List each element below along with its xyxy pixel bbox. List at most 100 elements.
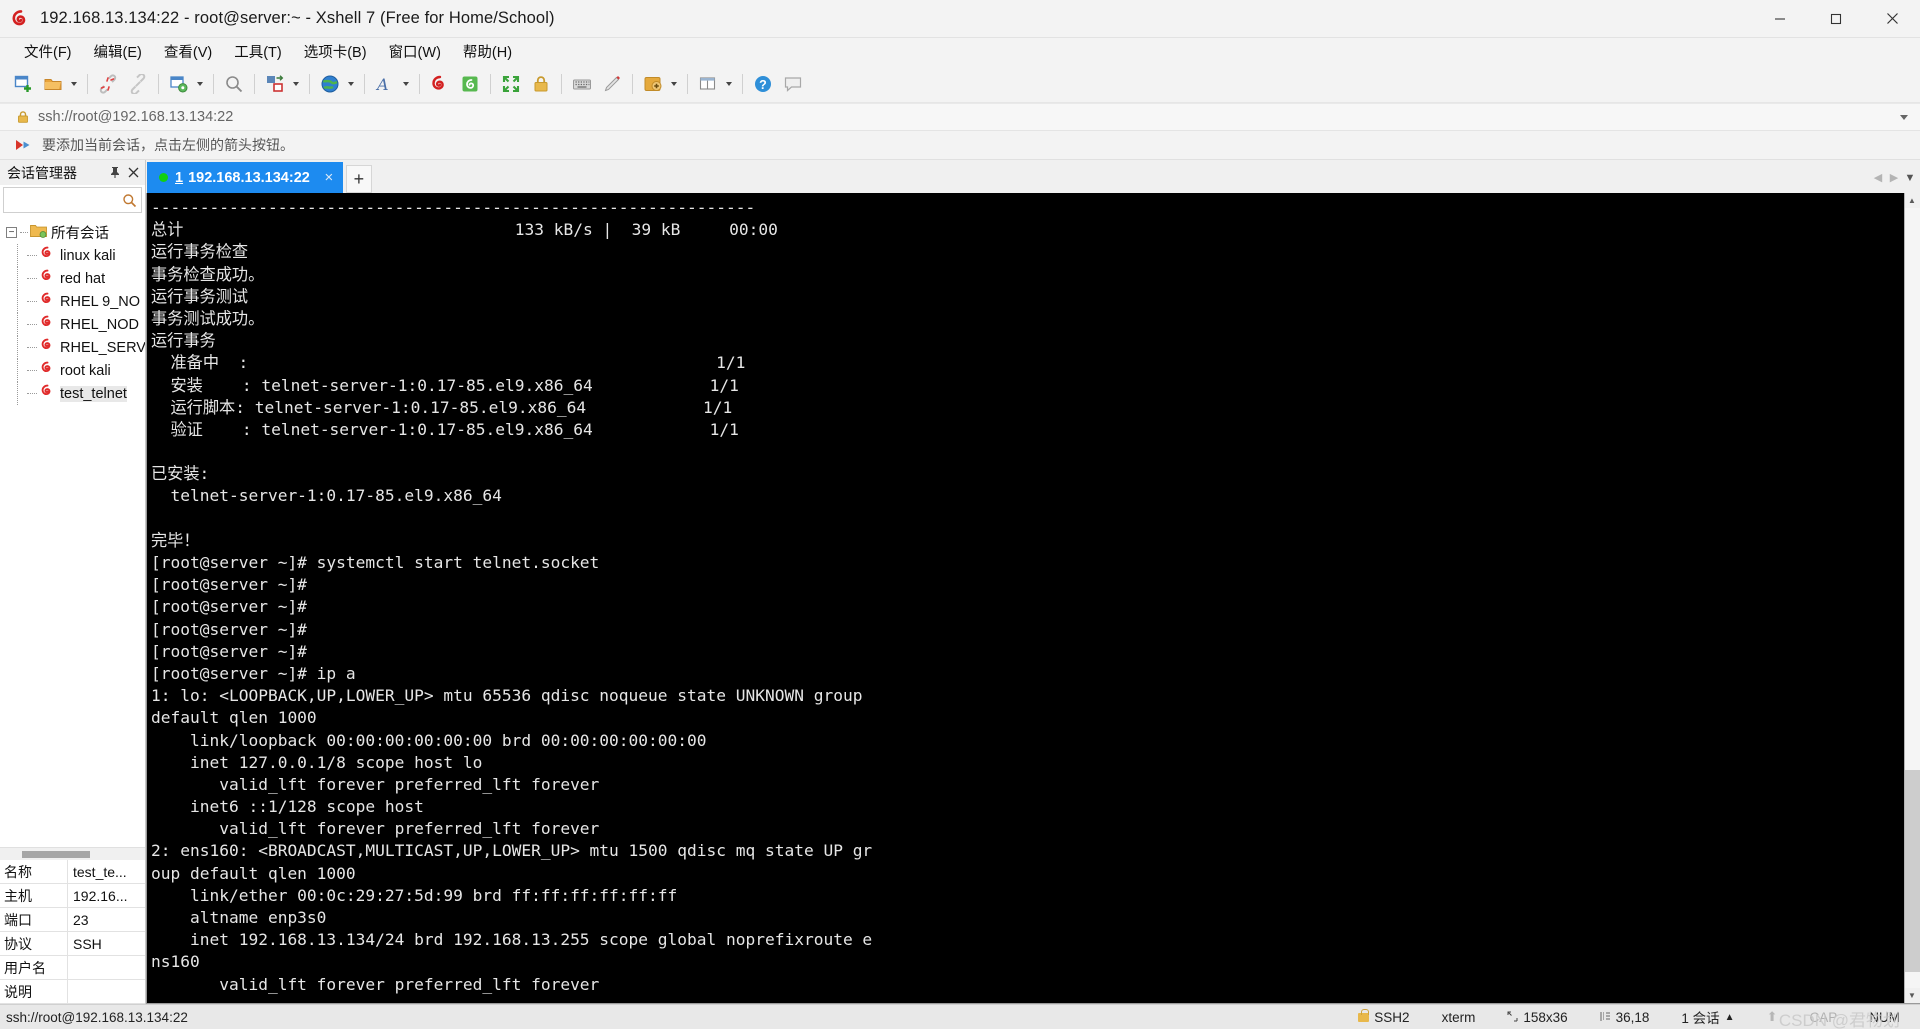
session-item-test-telnet[interactable]: test_telnet: [0, 382, 145, 405]
compose-icon[interactable]: [598, 70, 626, 98]
transfer-icon[interactable]: [261, 70, 289, 98]
status-sessions[interactable]: 1 会话 ▲: [1665, 1007, 1750, 1027]
comment-icon[interactable]: [779, 70, 807, 98]
session-properties-icon[interactable]: [165, 70, 193, 98]
menu-edit[interactable]: 编辑(E): [83, 38, 153, 66]
property-value: SSH: [73, 935, 102, 952]
menu-tools[interactable]: 工具(T): [223, 38, 293, 66]
terminal-line: 总计 133 kB/s | 39 kB 00:00: [151, 220, 778, 240]
tab-close-icon[interactable]: ×: [322, 169, 336, 186]
session-search-box[interactable]: [3, 187, 142, 213]
layout-dropdown-icon[interactable]: [723, 70, 735, 98]
terminal-scrollbar[interactable]: ▲ ▼: [1904, 193, 1920, 1003]
layout-icon[interactable]: [694, 70, 722, 98]
tree-expander[interactable]: −: [6, 227, 17, 238]
address-bar[interactable]: ssh://root@192.168.13.134:22: [0, 103, 1920, 131]
fullscreen-icon[interactable]: [497, 70, 525, 98]
status-caps: CAP: [1809, 1009, 1838, 1025]
tree-root-all-sessions[interactable]: − 所有会话: [0, 221, 145, 244]
scrollbar-track[interactable]: [1904, 208, 1920, 988]
close-icon[interactable]: [125, 164, 141, 182]
menu-bar: 文件(F) 编辑(E) 查看(V) 工具(T) 选项卡(B) 窗口(W) 帮助(…: [0, 38, 1920, 65]
session-properties-dropdown-icon[interactable]: [194, 70, 206, 98]
session-item-rhel-nod[interactable]: RHEL_NOD: [0, 313, 145, 336]
menu-tabs[interactable]: 选项卡(B): [293, 38, 378, 66]
scroll-down-icon[interactable]: ▼: [1904, 988, 1920, 1003]
open-folder-dropdown-icon[interactable]: [68, 70, 80, 98]
terminal-output[interactable]: ----------------------------------------…: [147, 193, 1904, 1003]
scrollbar-thumb[interactable]: [1904, 769, 1920, 973]
chevron-up-icon[interactable]: ▲: [1725, 1012, 1735, 1023]
terminal-line: link/loopback 00:00:00:00:00:00 brd 00:0…: [151, 730, 707, 750]
session-item-linux-kali[interactable]: linux kali: [0, 244, 145, 267]
close-button[interactable]: [1864, 0, 1920, 38]
menu-view[interactable]: 查看(V): [153, 38, 223, 66]
session-icon: [40, 292, 55, 311]
keyboard-icon[interactable]: [568, 70, 596, 98]
terminal-line: altname enp3s0: [151, 908, 327, 927]
session-label: linux kali: [60, 247, 116, 264]
terminal-line: ns160: [151, 952, 200, 972]
menu-window[interactable]: 窗口(W): [378, 38, 452, 66]
session-item-red-hat[interactable]: red hat: [0, 267, 145, 290]
font-icon[interactable]: A: [371, 70, 399, 98]
new-session-icon[interactable]: [9, 70, 37, 98]
find-icon[interactable]: [220, 70, 248, 98]
terminal-line: ----------------------------------------…: [151, 198, 756, 217]
globe-dropdown-icon[interactable]: [345, 70, 357, 98]
xshell-icon[interactable]: [426, 70, 454, 98]
sidebar-horizontal-scrollbar[interactable]: [0, 847, 145, 860]
add-icon[interactable]: [639, 70, 667, 98]
transfer-dropdown-icon[interactable]: [290, 70, 302, 98]
globe-icon[interactable]: [316, 70, 344, 98]
terminal-line: 2: ens160: <BROADCAST,MULTICAST,UP,LOWER…: [151, 841, 873, 861]
tab-192-168-13-134[interactable]: 1 192.168.13.134:22 ×: [147, 162, 343, 193]
status-connection-url: ssh://root@192.168.13.134:22: [6, 1009, 188, 1025]
red-arrow-icon: [16, 138, 33, 152]
help-icon[interactable]: ?: [749, 70, 777, 98]
session-icon: [40, 384, 55, 403]
new-tab-button[interactable]: +: [345, 165, 372, 193]
terminal-line: 运行事务: [151, 331, 216, 351]
scrollbar-thumb[interactable]: [22, 851, 90, 858]
session-label: red hat: [60, 270, 106, 287]
tab-scroll-left-icon[interactable]: ◀: [1870, 165, 1886, 191]
terminal-line: 事务测试成功。: [151, 308, 265, 328]
add-dropdown-icon[interactable]: [668, 70, 680, 98]
session-item-rhel-9-no[interactable]: RHEL 9_NO: [0, 290, 145, 313]
menu-file[interactable]: 文件(F): [13, 38, 83, 66]
scroll-up-icon[interactable]: ▲: [1904, 193, 1920, 208]
tab-scroll-right-icon[interactable]: ▶: [1886, 165, 1902, 191]
disconnect-icon[interactable]: [94, 70, 122, 98]
font-dropdown-icon[interactable]: [400, 70, 412, 98]
status-bar: ssh://root@192.168.13.134:22 SSH2 xterm …: [0, 1004, 1920, 1029]
session-manager-header: 会话管理器: [0, 160, 145, 185]
menu-help[interactable]: 帮助(H): [452, 38, 523, 66]
property-key: 名称: [0, 860, 68, 883]
link-icon[interactable]: [124, 70, 152, 98]
chevron-down-icon[interactable]: [1900, 114, 1908, 120]
open-folder-icon[interactable]: [39, 70, 67, 98]
pin-icon[interactable]: [107, 164, 123, 182]
toolbar-separator: [742, 73, 743, 94]
tab-label: 192.168.13.134:22: [188, 169, 310, 186]
lock-icon[interactable]: [527, 70, 555, 98]
xshell-window: 192.168.13.134:22 - root@server:~ - Xshe…: [0, 0, 1920, 1029]
toolbar-separator: [87, 73, 88, 94]
address-value: ssh://root@192.168.13.134:22: [38, 109, 234, 125]
search-icon[interactable]: [122, 193, 141, 208]
tab-menu-icon[interactable]: ▼: [1902, 165, 1918, 191]
session-item-root-kali[interactable]: root kali: [0, 359, 145, 382]
session-item-rhel-serv[interactable]: RHEL_SERV: [0, 336, 145, 359]
lock-icon: [16, 110, 30, 124]
maximize-button[interactable]: [1808, 0, 1864, 38]
minimize-button[interactable]: [1752, 0, 1808, 38]
cursor-icon: [1600, 1010, 1611, 1025]
status-protocol-label: SSH2: [1374, 1009, 1410, 1025]
terminal-line: inet 127.0.0.1/8 scope host lo: [151, 752, 483, 772]
property-key: 说明: [0, 980, 68, 1003]
status-protocol: SSH2: [1342, 1008, 1425, 1025]
search-input[interactable]: [4, 192, 122, 208]
xftp-icon[interactable]: [456, 70, 484, 98]
